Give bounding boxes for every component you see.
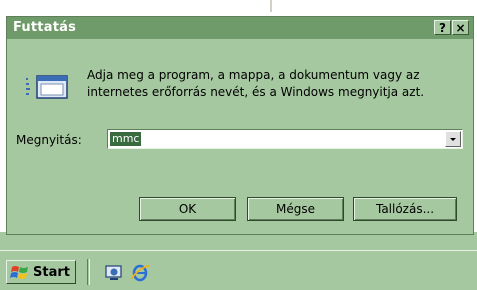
windows-logo-icon	[10, 266, 28, 279]
start-label: Start	[33, 264, 70, 280]
screen: Futtatás ? × Adja meg a program, a mappa…	[0, 0, 477, 290]
background-divider	[270, 0, 272, 12]
open-input-value[interactable]: mmc	[110, 132, 142, 146]
open-combobox[interactable]: mmc	[107, 129, 463, 149]
dialog-titlebar[interactable]: Futtatás ? ×	[7, 17, 473, 39]
run-icon	[26, 75, 68, 99]
start-button[interactable]: Start	[6, 260, 76, 284]
help-button[interactable]: ?	[434, 20, 451, 35]
close-button[interactable]: ×	[452, 20, 469, 35]
internet-explorer-icon[interactable]	[130, 263, 150, 283]
cancel-button[interactable]: Mégse	[247, 197, 344, 221]
dialog-instructions: Adja meg a program, a mappa, a dokumentu…	[87, 68, 425, 99]
run-dialog: Futtatás ? × Adja meg a program, a mappa…	[6, 16, 474, 235]
browse-button[interactable]: Tallózás...	[353, 197, 457, 221]
dialog-title: Futtatás	[13, 20, 77, 35]
ok-button[interactable]: OK	[139, 197, 236, 221]
chevron-down-icon[interactable]	[445, 131, 461, 147]
desktop-icon[interactable]	[104, 263, 124, 283]
taskbar: Start	[0, 250, 477, 290]
quicklaunch-separator	[87, 259, 90, 285]
open-label: Megnyitás:	[16, 133, 82, 147]
